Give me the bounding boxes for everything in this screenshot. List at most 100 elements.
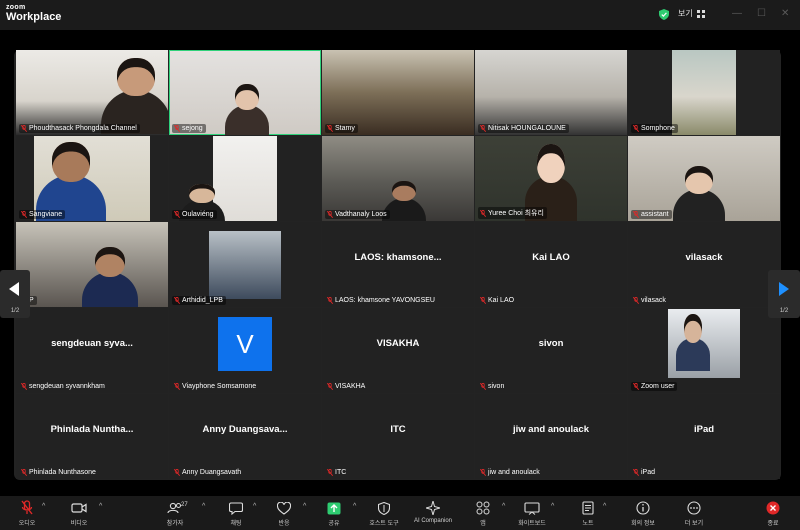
video-feed: [213, 136, 277, 221]
participant-tile[interactable]: Kai LAO Kai LAO: [475, 222, 627, 307]
mic-muted-icon: [633, 125, 639, 132]
participant-tile[interactable]: iPad iPad: [628, 394, 780, 479]
mic-muted-icon: [21, 211, 27, 218]
participant-tile[interactable]: sivon sivon: [475, 308, 627, 393]
participant-name: ITC: [335, 469, 347, 476]
participant-tile[interactable]: Vadthanaly Loos: [322, 136, 474, 221]
maximize-icon[interactable]: ☐: [757, 8, 766, 19]
participant-tile[interactable]: Phoudthasack Phongdala Channel: [16, 50, 168, 135]
mic-muted-icon: [480, 209, 486, 217]
person-head: [116, 58, 156, 96]
mic-muted-icon: [327, 469, 333, 476]
participant-name-label: Zoom user: [631, 382, 678, 391]
participant-tile[interactable]: Anny Duangsava... Anny Duangsavath: [169, 394, 321, 479]
previous-page-button[interactable]: 1/2: [0, 270, 30, 318]
react-label: 반응: [278, 521, 290, 527]
view-button[interactable]: 보기: [678, 8, 705, 19]
participant-tile[interactable]: Phinlada Nuntha... Phinlada Nunthasone: [16, 394, 168, 479]
participant-tile[interactable]: Oulaviéng: [169, 136, 321, 221]
notes-options-chevron-up-icon[interactable]: ^: [603, 503, 606, 510]
participant-tile[interactable]: Arthidid_LPB: [169, 222, 321, 307]
share-button[interactable]: 공유: [311, 499, 357, 527]
end-label: 종료: [767, 521, 779, 527]
mic-muted-icon: [327, 383, 333, 390]
title-bar: zoom Workplace 보기 — ☐ ✕: [0, 0, 800, 30]
participant-name: sivon: [488, 383, 505, 390]
encryption-shield-icon[interactable]: [659, 9, 669, 20]
share-options-chevron-up-icon[interactable]: ^: [353, 503, 356, 510]
chat-options-chevron-up-icon[interactable]: ^: [253, 503, 256, 510]
whiteboard-label: 화이트보드: [518, 521, 546, 527]
mic-muted-icon: [21, 125, 27, 132]
person-figure: [82, 272, 138, 307]
participants-button[interactable]: 27 참가자: [152, 499, 198, 527]
participant-name: Kai LAO: [488, 297, 515, 304]
participant-name-label: Arthidid_LPB: [172, 296, 226, 305]
mic-muted-icon: [633, 383, 639, 390]
video-button[interactable]: 비디오: [56, 499, 102, 527]
participant-tile[interactable]: sejong: [169, 50, 321, 135]
video-camera-icon: [71, 503, 87, 513]
meeting-info-label: 회의 정보: [631, 521, 655, 527]
meeting-info-button[interactable]: 회의 정보: [620, 499, 666, 527]
participant-tile[interactable]: vilasack vilasack: [628, 222, 780, 307]
participant-name: jiw and anoulack: [488, 469, 540, 476]
person-head: [684, 166, 714, 194]
audio-options-chevron-up-icon[interactable]: ^: [42, 503, 45, 510]
participant-tile[interactable]: V Viayphone Somsamone: [169, 308, 321, 393]
participant-tile[interactable]: assistant: [628, 136, 780, 221]
person-head: [51, 142, 91, 182]
whiteboard-options-chevron-up-icon[interactable]: ^: [551, 503, 554, 510]
video-feed: [209, 231, 281, 299]
minimize-icon[interactable]: —: [732, 8, 742, 19]
participant-name-label: Phinlada Nunthasone: [19, 468, 99, 477]
participant-name: Zoom user: [641, 383, 675, 390]
participant-tile[interactable]: VISAKHA VISAKHA: [322, 308, 474, 393]
end-meeting-button[interactable]: 종료: [750, 499, 796, 527]
participant-display-name: VISAKHA: [376, 338, 420, 349]
more-button[interactable]: 더 보기: [671, 499, 717, 527]
mic-muted-icon: [21, 383, 27, 390]
avatar: V: [218, 317, 272, 371]
video-options-chevron-up-icon[interactable]: ^: [99, 503, 102, 510]
participant-tile[interactable]: ITC ITC: [322, 394, 474, 479]
participant-tile[interactable]: Somphone: [628, 50, 780, 135]
participant-tile[interactable]: Yuree Choi 최유리: [475, 136, 627, 221]
video-label: 비디오: [70, 521, 88, 527]
apps-button[interactable]: 앱: [460, 499, 506, 527]
participant-name-label: Anny Duangsavath: [172, 468, 244, 477]
chat-bubble-icon: [229, 501, 243, 515]
mic-muted-icon: [633, 211, 639, 218]
host-tools-button[interactable]: 호스트 도구: [361, 499, 407, 527]
participant-tile[interactable]: P: [16, 222, 168, 307]
apps-options-chevron-up-icon[interactable]: ^: [502, 503, 505, 510]
next-page-button[interactable]: 1/2: [768, 270, 800, 318]
participant-name-label: Oulaviéng: [172, 210, 217, 219]
participants-options-chevron-up-icon[interactable]: ^: [202, 503, 205, 510]
participant-tile[interactable]: sengdeuan syva... sengdeuan syvannkham: [16, 308, 168, 393]
participant-display-name: jiw and anoulack: [512, 424, 590, 435]
participant-tile[interactable]: LAOS: khamsone... LAOS: khamsone YAVONGS…: [322, 222, 474, 307]
participant-name-label: assistant: [631, 210, 672, 219]
react-options-chevron-up-icon[interactable]: ^: [303, 503, 306, 510]
react-button[interactable]: 반응: [261, 499, 307, 527]
participant-tile[interactable]: Zoom user: [628, 308, 780, 393]
participant-tile[interactable]: Nitisak HOUNGALOUNE: [475, 50, 627, 135]
participant-display-name: ITC: [390, 424, 406, 435]
video-feed: [672, 50, 736, 135]
mic-muted-icon: [480, 383, 486, 390]
participant-tile[interactable]: Sangviane: [16, 136, 168, 221]
person-figure: [676, 337, 710, 371]
participant-tile[interactable]: jiw and anoulack jiw and anoulack: [475, 394, 627, 479]
participant-name: vilasack: [641, 297, 666, 304]
share-label: 공유: [328, 521, 340, 527]
ai-companion-button[interactable]: AI Companion: [408, 499, 458, 524]
close-icon[interactable]: ✕: [781, 8, 789, 19]
mic-muted-icon: [174, 469, 180, 476]
participant-name: Arthidid_LPB: [182, 297, 223, 304]
mic-muted-icon: [480, 125, 486, 132]
whiteboard-button[interactable]: 화이트보드: [509, 499, 555, 527]
notes-label: 노트: [582, 521, 594, 527]
participant-name: VISAKHA: [335, 383, 366, 390]
participant-tile[interactable]: Stamy: [322, 50, 474, 135]
